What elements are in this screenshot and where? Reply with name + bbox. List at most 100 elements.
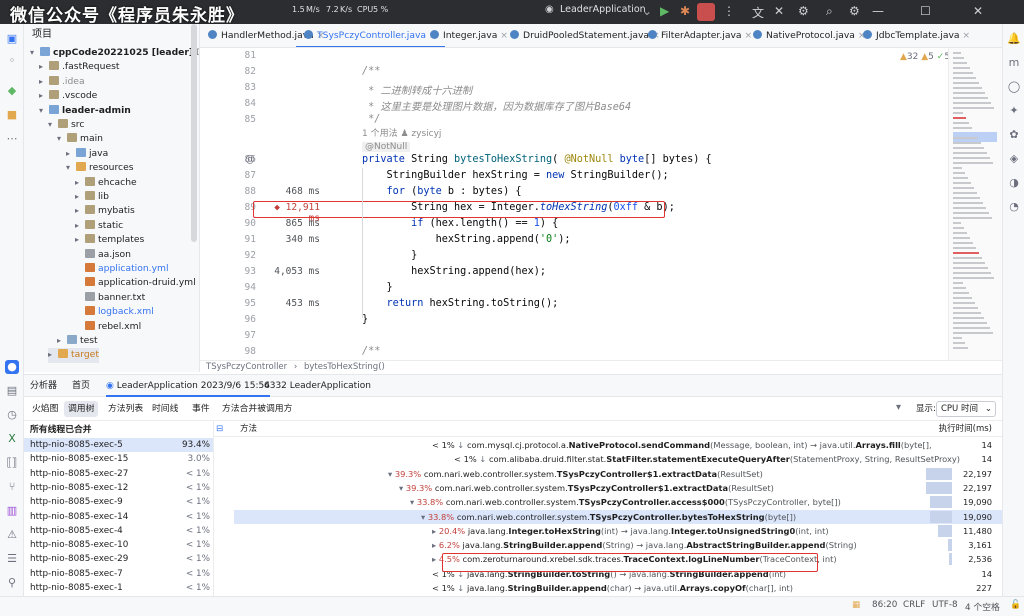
call-tree-row[interactable]: < 1% ↓ com.alibaba.druid.filter.stat.Sta… (234, 452, 1002, 466)
tree-item[interactable]: ▸ static (75, 219, 123, 233)
chevron-icon[interactable]: ▸ (75, 190, 85, 204)
ai-assistant-icon[interactable]: ✦ (1007, 104, 1021, 118)
call-tree-row[interactable]: ▾ 39.3% com.nari.web.controller.system.T… (234, 481, 1002, 495)
maven-icon[interactable]: m (1007, 56, 1021, 70)
view-tab[interactable]: 方法列表 (104, 401, 147, 417)
minimize-icon[interactable]: — (872, 4, 884, 18)
code-minimap[interactable] (948, 48, 1002, 360)
code-editor[interactable]: 81 82 /** 83 * 二进制转成十六进制 84 * 这里主要是处理图片数据，因为… (200, 48, 948, 360)
code-line[interactable]: if (hex.length() == 1) { (362, 218, 558, 229)
view-tab[interactable]: 事件 (188, 401, 214, 417)
tree-item[interactable]: ▸ templates (75, 233, 144, 247)
commit-icon[interactable]: ◦ (5, 54, 19, 68)
close-icon[interactable]: ✕ (973, 4, 983, 18)
thread-row[interactable]: http-nio-8085-exec-27 < 1% (24, 467, 213, 481)
tree-item[interactable]: ▸ target (48, 348, 99, 363)
run-config-selector[interactable]: LeaderApplication (560, 4, 646, 15)
filter-icon[interactable]: ▾ (896, 402, 901, 413)
chevron-icon[interactable]: ▸ (75, 219, 85, 233)
stop-button[interactable] (697, 3, 715, 21)
method-column-header[interactable]: 方法 (240, 421, 257, 437)
chevron-icon[interactable]: ▸ (39, 60, 49, 74)
chevron-icon[interactable]: ▾ (30, 46, 40, 60)
expand-icon[interactable]: ▸ (432, 554, 439, 564)
expand-icon[interactable]: ▾ (388, 469, 395, 479)
tree-item[interactable]: application-druid.yml (75, 276, 196, 290)
problems-icon[interactable]: ⚠ (5, 528, 19, 542)
collapse-icon[interactable]: ⊟ (216, 421, 223, 437)
display-select[interactable]: CPU 时间 ⌄ (936, 401, 996, 417)
database-icon[interactable]: ◯ (1007, 80, 1021, 94)
view-tab[interactable]: 时间线 (148, 401, 182, 417)
gradle-icon[interactable]: ◈ (1007, 152, 1021, 166)
expand-icon[interactable]: ▸ (432, 540, 439, 550)
tree-item[interactable]: ▸ .vscode (39, 89, 97, 103)
code-line[interactable]: * 二进制转成十六进制 (362, 82, 472, 97)
translate-icon[interactable]: 文 (752, 4, 764, 21)
chevron-icon[interactable]: ▾ (39, 104, 49, 118)
code-line[interactable]: */ (362, 114, 380, 125)
call-tree-row[interactable]: ▾ 39.3% com.nari.web.controller.system.T… (234, 467, 1002, 481)
expand-icon[interactable]: ▾ (410, 497, 417, 507)
chat-icon[interactable]: ◔ (1007, 200, 1021, 214)
view-tab[interactable]: 方法合并被调用方 (218, 401, 296, 417)
code-line[interactable]: } (362, 282, 393, 293)
search-icon[interactable]: ⌕ (826, 4, 833, 19)
chevron-icon[interactable]: ▾ (66, 161, 76, 175)
call-tree-row[interactable]: ▾ 33.8% com.nari.web.controller.system.T… (234, 509, 1002, 524)
code-line[interactable]: hexString.append('0'); (362, 234, 571, 245)
override-marker-icon[interactable]: @ (245, 154, 255, 165)
thread-row[interactable]: http-nio-8085-exec-12 < 1% (24, 481, 213, 495)
excel-icon[interactable]: X (5, 432, 19, 446)
todo-icon[interactable]: ☰ (5, 552, 19, 566)
git-icon[interactable]: ⑂ (5, 480, 19, 494)
tree-item[interactable]: logback.xml (75, 305, 154, 319)
time-column-header[interactable]: 执行时间(ms) (939, 421, 992, 437)
profiler-tab[interactable]: 分析器 (30, 375, 57, 397)
terminal-icon[interactable]: ⟦⟧ (5, 456, 19, 470)
notifications-icon[interactable]: 🔔 (1007, 32, 1021, 46)
tree-item[interactable]: ▾ leader-admin (39, 104, 131, 118)
lock-icon[interactable]: 🔓 (1010, 600, 1021, 610)
call-tree-row[interactable]: ▸ 6.2% java.lang.StringBuilder.append(St… (234, 538, 1002, 552)
tree-item[interactable]: ▸ mybatis (75, 204, 135, 218)
project-scrollbar[interactable] (191, 24, 197, 242)
thread-row[interactable]: http-nio-8085-exec-7 < 1% (24, 567, 213, 581)
call-tree-row[interactable]: ▸ 20.4% java.lang.Integer.toHexString(in… (234, 524, 1002, 538)
call-tree-row[interactable]: ▾ 33.8% com.nari.web.controller.system.T… (234, 495, 1002, 509)
code-line[interactable]: } (362, 250, 417, 261)
tree-item[interactable]: ▾ resources (66, 161, 134, 175)
tree-item[interactable]: rebel.xml (75, 320, 141, 334)
project-icon[interactable]: ▣ (5, 32, 19, 46)
editor-tab[interactable]: JdbcTemplate.java × (855, 24, 978, 47)
code-line[interactable]: /** (362, 346, 380, 357)
code-line[interactable]: for (byte b : bytes) { (362, 186, 522, 197)
thread-row[interactable]: http-nio-8085-exec-1 < 1% (24, 581, 213, 595)
palette-icon[interactable]: ◑ (1007, 176, 1021, 190)
chevron-icon[interactable]: ▸ (75, 233, 85, 247)
expand-icon[interactable]: ▾ (421, 512, 428, 522)
view-tab[interactable]: 调用树 (64, 401, 99, 417)
chevron-icon[interactable]: ▸ (39, 75, 49, 89)
file-encoding[interactable]: UTF-8 (932, 600, 958, 610)
console-icon[interactable]: ▥ (5, 504, 19, 518)
breadcrumb-method[interactable]: bytesToHexString() (304, 362, 385, 372)
tree-item[interactable]: application.yml (75, 262, 169, 276)
tools-icon[interactable]: ✕ (774, 4, 784, 18)
thread-row[interactable]: http-nio-8085-exec-5 93.4% (24, 438, 213, 453)
tree-item[interactable]: ▸ .fastRequest (39, 60, 120, 74)
tree-item[interactable]: ▾ main (57, 132, 103, 146)
chevron-icon[interactable]: ▾ (57, 132, 67, 146)
thread-row[interactable]: http-nio-8085-exec-29 < 1% (24, 552, 213, 566)
run-icon[interactable]: ▶ (660, 4, 669, 18)
editor-tab[interactable]: FilterAdapter.java × (640, 24, 760, 47)
gear-icon[interactable]: ⚙ (849, 4, 860, 18)
cursor-position[interactable]: 86:20 (872, 600, 897, 610)
usages-hint[interactable]: 1 个用法 ♟ zysicyj (362, 126, 441, 139)
code-line[interactable]: * 这里主要是处理图片数据，因为数据库存了图片Base64 (362, 98, 631, 113)
expand-icon[interactable]: ▸ (432, 526, 439, 536)
thread-row[interactable]: http-nio-8085-exec-15 3.0% (24, 452, 213, 466)
code-line[interactable]: private String bytesToHexString( @NotNul… (362, 154, 712, 165)
thread-row[interactable]: http-nio-8085-exec-10 < 1% (24, 538, 213, 552)
code-line[interactable]: StringBuilder hexString = new StringBuil… (362, 170, 669, 181)
